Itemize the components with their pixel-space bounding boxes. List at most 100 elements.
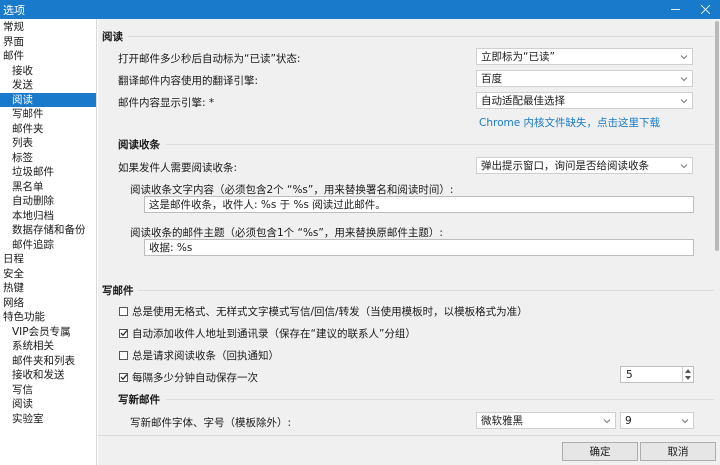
chevron-down-icon	[680, 164, 688, 169]
receipt-request-value: 弹出提示窗口，询问是否给阅读收条	[481, 160, 649, 172]
translate-label: 翻译邮件内容使用的翻译引擎:	[118, 75, 259, 87]
receipt-subject-value: 收据: %s	[149, 242, 193, 254]
section-divider	[138, 290, 714, 291]
minimize-button[interactable]	[660, 0, 690, 19]
sidebar-item[interactable]: 发送	[0, 78, 96, 93]
sidebar-item[interactable]: 垃圾邮件	[0, 165, 96, 180]
sidebar-item[interactable]: 写邮件	[0, 107, 96, 122]
sidebar-item[interactable]: 本地归档	[0, 209, 96, 224]
option-label: 总是使用无格式、无样式文字模式写信/回信/转发（当使用模板时，以模板格式为准）	[132, 306, 528, 318]
window-title: 选项	[3, 3, 25, 17]
font-family-select[interactable]: 微软雅黑	[476, 412, 616, 429]
checkmark-icon	[120, 374, 128, 381]
options-panel: 阅读 打开邮件多少秒后自动标为“已读”状态: 立即标为“已读” 翻译邮件内容使用…	[98, 19, 720, 435]
sidebar-item[interactable]: 接收	[0, 64, 96, 79]
chevron-down-icon	[680, 77, 688, 82]
title-bar: 选项	[0, 0, 720, 19]
sidebar-item[interactable]: 日程	[0, 252, 96, 267]
font-size-select[interactable]: 9	[620, 412, 694, 429]
chrome-download-link[interactable]: Chrome 内核文件缺失，点击这里下载	[479, 115, 660, 130]
sidebar-item[interactable]: 界面	[0, 35, 96, 50]
sidebar-item[interactable]: 邮件夹和列表	[0, 354, 96, 369]
sidebar-item[interactable]: 特色功能	[0, 310, 96, 325]
checkbox[interactable]	[119, 351, 128, 360]
font-family-value: 微软雅黑	[481, 415, 523, 427]
sidebar-item[interactable]: 接收和发送	[0, 368, 96, 383]
mark-read-value: 立即标为“已读”	[481, 51, 555, 63]
font-size-value: 9	[625, 414, 632, 427]
sidebar-item[interactable]: 阅读	[0, 397, 96, 412]
content-scrollbar[interactable]	[714, 19, 720, 435]
section-title-reading: 阅读	[102, 31, 123, 43]
scrollbar-thumb[interactable]	[715, 21, 719, 251]
sidebar-item[interactable]: 安全	[0, 267, 96, 282]
sidebar-item[interactable]: 自动删除	[0, 194, 96, 209]
option-auto-add-contacts[interactable]: 自动添加收件人地址到通讯录（保存在“建议的联系人”分组）	[119, 326, 416, 341]
spinner-arrows	[682, 367, 693, 382]
receipt-subject-label: 阅读收条的邮件主题（必须包含1个 “%s”，用来替换原邮件主题）:	[130, 227, 443, 239]
sidebar-item[interactable]: 邮件追踪	[0, 238, 96, 253]
mark-read-label: 打开邮件多少秒后自动标为“已读”状态:	[118, 53, 301, 65]
sidebar-item[interactable]: 热键	[0, 281, 96, 296]
arrow-up-icon	[685, 368, 691, 373]
chevron-down-icon	[681, 419, 689, 424]
sidebar-item[interactable]: 系统相关	[0, 339, 96, 354]
sidebar-item[interactable]: 数据存储和备份	[0, 223, 96, 238]
minimize-icon	[670, 9, 680, 10]
receipt-request-label: 如果发件人需要阅读收条:	[118, 162, 238, 174]
option-label: 每隔多少分钟自动保存一次	[132, 372, 258, 384]
new-mail-font-label: 写新邮件字体、字号（模板除外）:	[130, 417, 292, 429]
dialog-footer: 确定 取消	[98, 435, 720, 465]
sidebar-item[interactable]: 网络	[0, 296, 96, 311]
sidebar-item[interactable]: 写信	[0, 383, 96, 398]
option-autosave[interactable]: 每隔多少分钟自动保存一次	[119, 370, 258, 385]
autosave-minutes-value: 5	[626, 368, 633, 381]
chevron-down-icon	[603, 419, 611, 424]
sidebar-item[interactable]: VIP会员专属	[0, 325, 96, 340]
option-label: 总是请求阅读收条（回执通知）	[132, 350, 279, 362]
ok-button[interactable]: 确定	[562, 442, 638, 461]
sidebar-item[interactable]: 标签	[0, 151, 96, 166]
receipt-text-input[interactable]: 这是邮件收条，收件人: %s 于 %s 阅读过此邮件。	[144, 196, 694, 213]
chevron-down-icon	[680, 55, 688, 60]
sidebar-item[interactable]: 实验室	[0, 412, 96, 427]
cancel-button[interactable]: 取消	[640, 442, 716, 461]
checkmark-icon	[120, 330, 128, 337]
display-engine-value: 自动适配最佳选择	[481, 95, 565, 107]
receipt-subject-input[interactable]: 收据: %s	[144, 239, 694, 256]
section-divider	[166, 144, 714, 145]
checkbox[interactable]	[119, 329, 128, 338]
option-request-receipt[interactable]: 总是请求阅读收条（回执通知）	[119, 348, 279, 363]
section-divider	[166, 399, 714, 400]
mark-read-select[interactable]: 立即标为“已读”	[476, 48, 693, 65]
receipt-request-select[interactable]: 弹出提示窗口，询问是否给阅读收条	[476, 157, 693, 174]
section-title-compose: 写邮件	[102, 285, 134, 297]
display-engine-select[interactable]: 自动适配最佳选择	[476, 92, 693, 109]
sidebar-item[interactable]: 邮件	[0, 49, 96, 64]
option-label: 自动添加收件人地址到通讯录（保存在“建议的联系人”分组）	[132, 328, 416, 340]
sidebar-item[interactable]: 黑名单	[0, 180, 96, 195]
chevron-down-icon	[680, 99, 688, 104]
sidebar-item[interactable]: 常规	[0, 20, 96, 35]
sidebar-item[interactable]: 邮件夹	[0, 122, 96, 137]
receipt-text-value: 这是邮件收条，收件人: %s 于 %s 阅读过此邮件。	[149, 199, 386, 211]
arrow-down-icon	[685, 376, 691, 381]
translate-engine-select[interactable]: 百度	[476, 70, 693, 87]
translate-engine-value: 百度	[481, 73, 502, 85]
close-button[interactable]	[690, 0, 720, 19]
option-plain-text[interactable]: 总是使用无格式、无样式文字模式写信/回信/转发（当使用模板时，以模板格式为准）	[119, 304, 528, 319]
sidebar-item[interactable]: 列表	[0, 136, 96, 151]
receipt-text-label: 阅读收条文字内容（必须包含2个 “%s”，用来替换署名和阅读时间）:	[130, 184, 454, 196]
section-title-receipt: 阅读收条	[118, 139, 160, 151]
section-title-new-mail: 写新邮件	[118, 394, 160, 406]
spinner-up-button[interactable]	[683, 367, 693, 375]
spinner-down-button[interactable]	[683, 375, 693, 383]
sidebar-item[interactable]: 阅读	[0, 92, 96, 107]
checkbox[interactable]	[119, 373, 128, 382]
window-controls	[660, 0, 720, 19]
checkbox[interactable]	[119, 307, 128, 316]
section-divider	[128, 36, 714, 37]
display-engine-label: 邮件内容显示引擎: *	[118, 97, 215, 109]
autosave-minutes-spinner[interactable]: 5	[620, 366, 694, 383]
close-icon	[700, 5, 710, 14]
